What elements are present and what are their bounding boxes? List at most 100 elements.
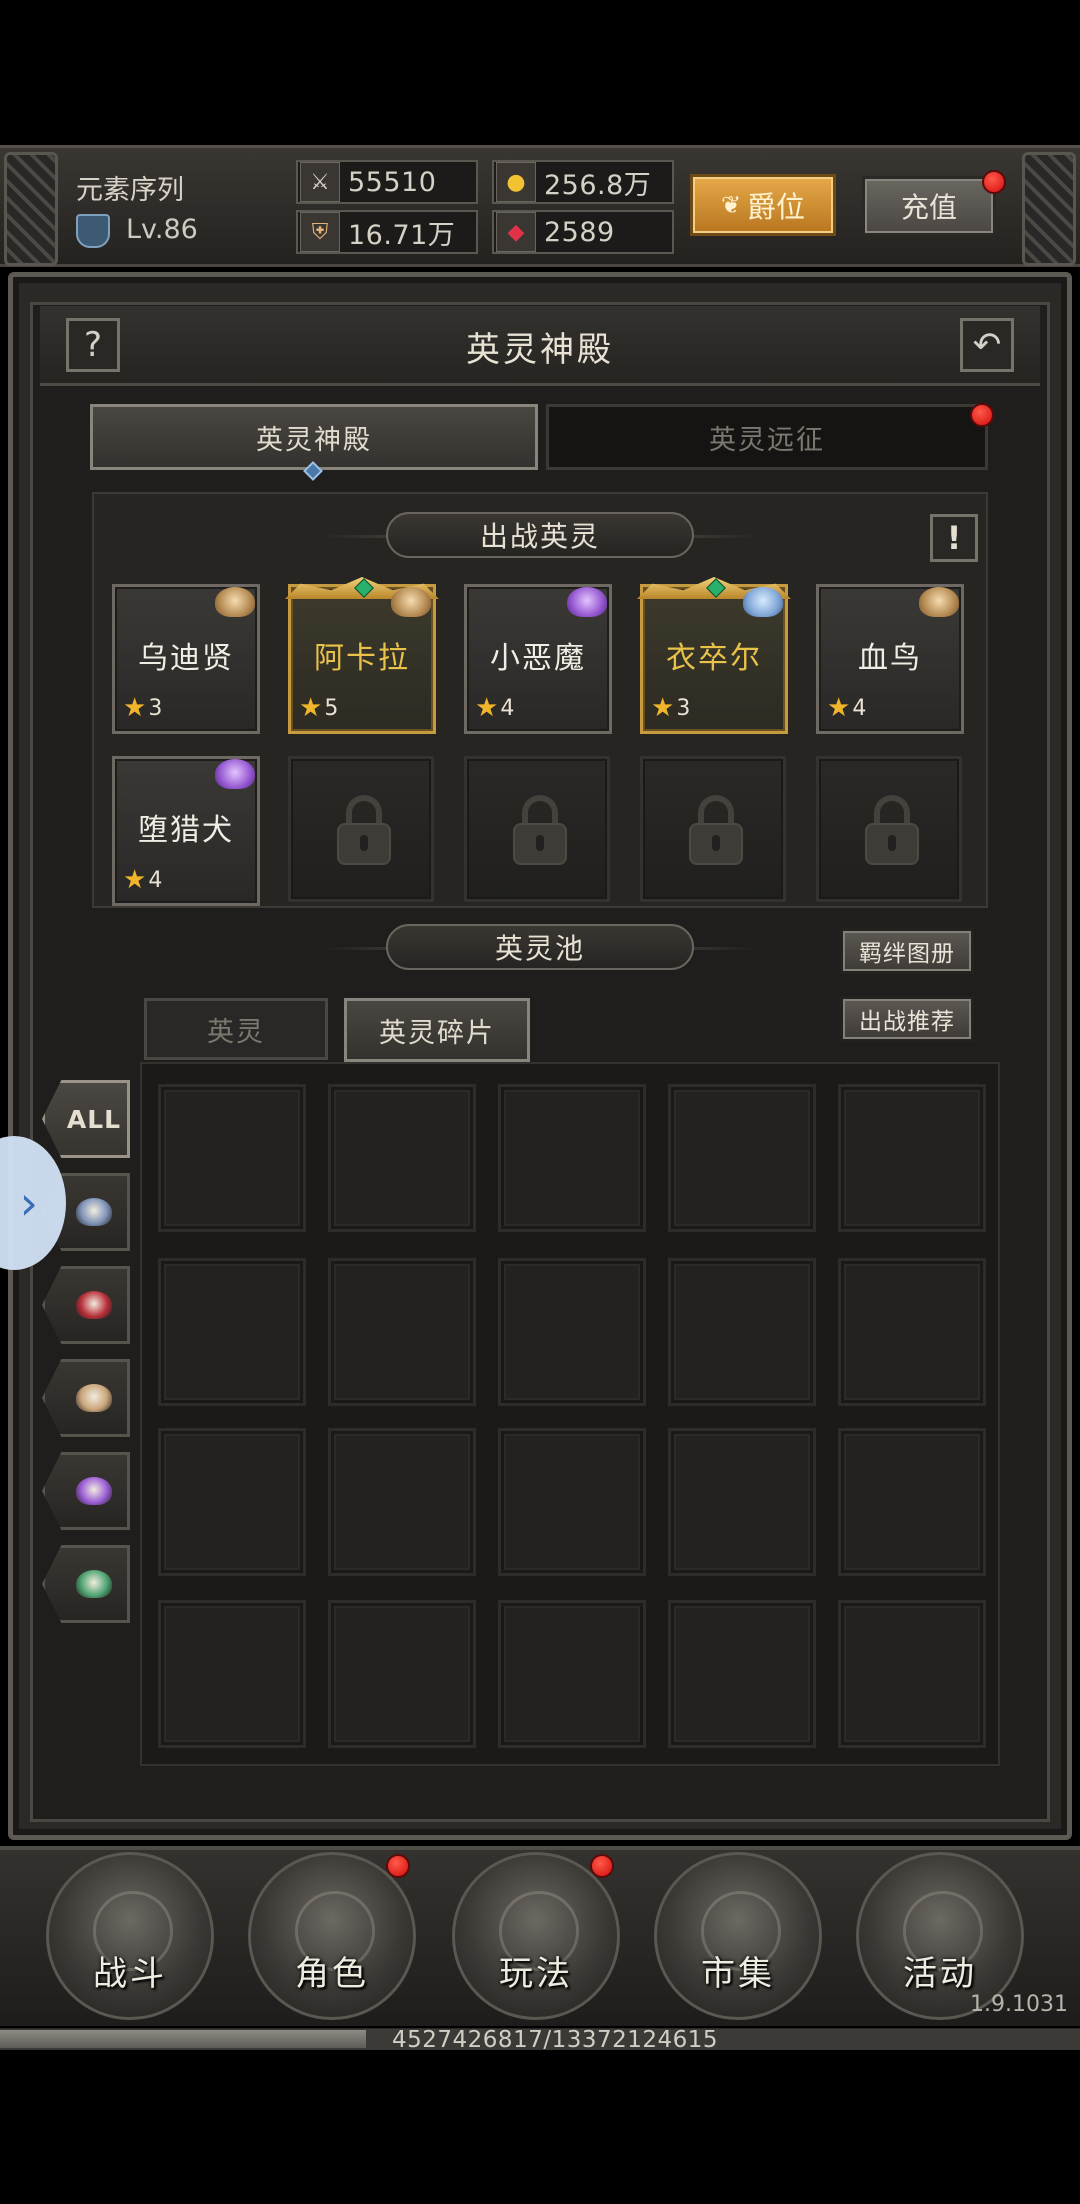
hero-card[interactable]: 阿卡拉 ★ 5 xyxy=(285,577,439,734)
page-title: 英灵神殿 xyxy=(466,330,614,370)
locked-hero-slot[interactable] xyxy=(640,756,786,902)
tab-expedition[interactable]: 英灵远征 xyxy=(546,404,988,470)
recommend-button[interactable]: 出战推荐 xyxy=(840,996,974,1042)
fragment-slot[interactable] xyxy=(158,1600,306,1748)
info-icon: ! xyxy=(946,519,962,557)
fragment-slot[interactable] xyxy=(838,1258,986,1406)
skull-icon xyxy=(76,1384,112,1412)
nav-knight-helmet-button[interactable]: 角色 xyxy=(248,1852,416,2020)
fragment-slot[interactable] xyxy=(668,1600,816,1748)
hero-stars: ★ 3 xyxy=(123,693,162,723)
lock-keyhole xyxy=(360,835,368,851)
info-button[interactable]: ! xyxy=(930,514,978,562)
nav-label: 战斗 xyxy=(93,1954,167,1994)
nav-scales-button[interactable]: 市集 xyxy=(654,1852,822,2020)
gold-faction-icon xyxy=(215,587,255,617)
lock-icon xyxy=(689,795,743,865)
demon-bat-icon xyxy=(76,1291,112,1319)
power-stat: ⚔ 55510 xyxy=(296,160,478,204)
fragment-slot[interactable] xyxy=(328,1600,476,1748)
fragment-slot[interactable] xyxy=(498,1428,646,1576)
gold-coin-icon: ● xyxy=(496,162,536,202)
chevron-right-icon: › xyxy=(19,1176,38,1230)
hero-card[interactable]: 乌迪贤 ★ 3 xyxy=(112,584,260,734)
pool-tab-heroes[interactable]: 英灵 xyxy=(144,998,328,1060)
locked-hero-slot[interactable] xyxy=(816,756,962,902)
fragment-slot[interactable] xyxy=(498,1600,646,1748)
help-icon: ? xyxy=(83,325,103,365)
gold-value: 256.8万 xyxy=(544,169,652,201)
fragment-slot[interactable] xyxy=(838,1428,986,1576)
fragment-slot[interactable] xyxy=(668,1258,816,1406)
rank-button-label: 爵位 xyxy=(747,190,806,224)
gold-faction-icon xyxy=(919,587,959,617)
winged-helm-icon xyxy=(76,1198,112,1226)
lock-keyhole xyxy=(536,835,544,851)
fragment-slot[interactable] xyxy=(328,1428,476,1576)
pool-tab-fragments[interactable]: 英灵碎片 xyxy=(344,998,530,1062)
filter-all-label: ALL xyxy=(66,1104,122,1134)
fragment-slot[interactable] xyxy=(158,1258,306,1406)
ruby-gem-icon: ◆ xyxy=(496,212,536,252)
locked-hero-slot[interactable] xyxy=(288,756,434,902)
pool-tab-heroes-label: 英灵 xyxy=(207,1016,265,1048)
help-button[interactable]: ? xyxy=(66,318,120,372)
player-name: 元素序列 xyxy=(76,175,184,206)
fragment-slot[interactable] xyxy=(838,1600,986,1748)
lock-keyhole xyxy=(888,835,896,851)
locked-hero-slot[interactable] xyxy=(464,756,610,902)
hero-star-count: 4 xyxy=(148,867,163,893)
fragment-slot[interactable] xyxy=(328,1258,476,1406)
lock-icon xyxy=(865,795,919,865)
armor-icon: ⛨ xyxy=(300,212,340,252)
tab-valhalla[interactable]: 英灵神殿 xyxy=(90,404,538,470)
fragment-slot[interactable] xyxy=(498,1258,646,1406)
experience-bar-fill xyxy=(0,2030,366,2048)
fragment-slot[interactable] xyxy=(158,1428,306,1576)
purple-faction-icon xyxy=(567,587,607,617)
lock-icon xyxy=(337,795,391,865)
hero-name: 衣卒尔 xyxy=(666,641,762,676)
recharge-button[interactable]: 充值 xyxy=(862,176,996,236)
hero-card[interactable]: 血鸟 ★ 4 xyxy=(816,584,964,734)
hero-name: 堕猎犬 xyxy=(138,813,234,848)
star-icon: ★ xyxy=(123,693,147,723)
bond-album-label: 羁绊图册 xyxy=(859,941,955,967)
nav-scroll-map-button[interactable]: 玩法 xyxy=(452,1852,620,2020)
bond-album-button[interactable]: 羁绊图册 xyxy=(840,928,974,974)
fragment-slot[interactable] xyxy=(668,1084,816,1232)
fragment-slot[interactable] xyxy=(838,1084,986,1232)
level-shield-icon xyxy=(76,214,110,248)
gem-stat[interactable]: ◆ 2589 xyxy=(492,210,674,254)
back-button[interactable]: ↶ xyxy=(960,318,1014,372)
fragment-slot[interactable] xyxy=(328,1084,476,1232)
hero-card[interactable]: 衣卒尔 ★ 3 xyxy=(637,577,791,734)
deployed-banner: 出战英灵 xyxy=(386,512,694,558)
right-ornament xyxy=(1022,152,1076,266)
hero-card[interactable]: 堕猎犬 ★ 4 xyxy=(112,756,260,906)
recharge-button-label: 充值 xyxy=(900,191,957,224)
fragment-slot[interactable] xyxy=(158,1084,306,1232)
hero-star-count: 4 xyxy=(852,695,867,721)
hero-star-count: 5 xyxy=(324,695,339,721)
nav-label: 活动 xyxy=(903,1954,977,1994)
gold-faction-icon xyxy=(391,587,431,617)
version-label: 1.9.1031 xyxy=(970,1992,1068,2017)
green-skull-icon xyxy=(76,1570,112,1598)
defense-stat: ⛨ 16.71万 xyxy=(296,210,478,254)
fragment-slot[interactable] xyxy=(668,1428,816,1576)
nav-crossed-swords-button[interactable]: 战斗 xyxy=(46,1852,214,2020)
rank-button[interactable]: ❦ 爵位 xyxy=(690,174,836,236)
gold-stat[interactable]: ● 256.8万 xyxy=(492,160,674,204)
hero-name: 小恶魔 xyxy=(490,641,586,676)
lock-icon xyxy=(513,795,567,865)
hero-star-count: 4 xyxy=(500,695,515,721)
hero-card[interactable]: 小恶魔 ★ 4 xyxy=(464,584,612,734)
hero-stars: ★ 4 xyxy=(827,693,866,723)
star-icon: ★ xyxy=(123,865,147,895)
hero-name: 乌迪贤 xyxy=(138,641,234,676)
defense-value: 16.71万 xyxy=(348,219,456,251)
fragment-slot[interactable] xyxy=(498,1084,646,1232)
lock-keyhole xyxy=(712,835,720,851)
gem-value: 2589 xyxy=(544,216,615,248)
